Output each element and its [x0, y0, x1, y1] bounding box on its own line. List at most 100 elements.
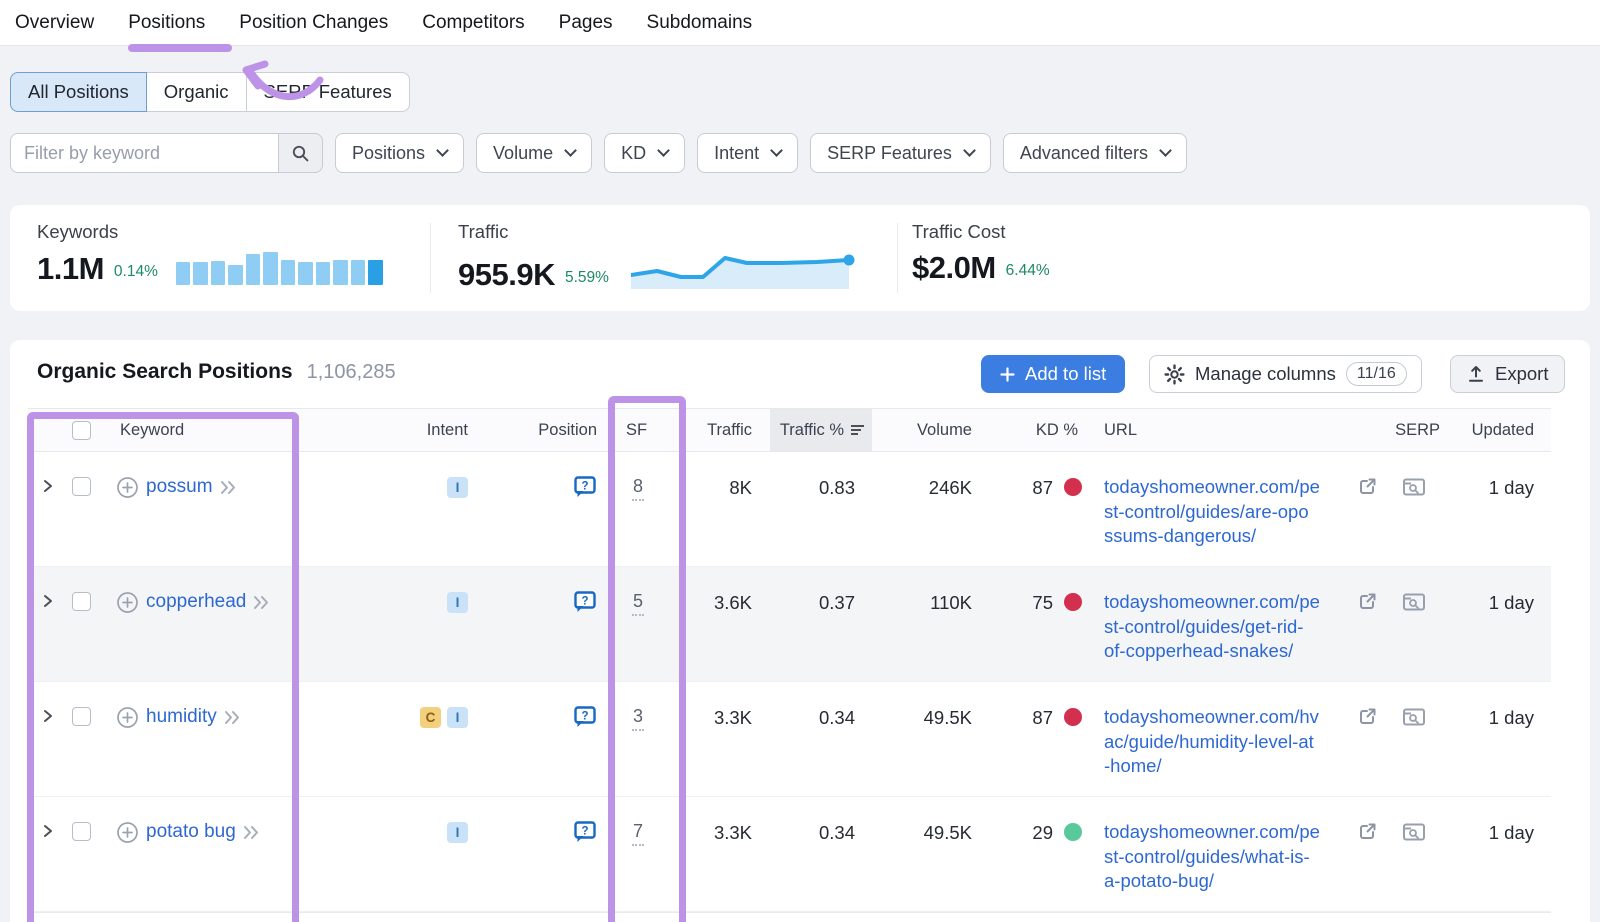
add-keyword-icon[interactable]	[116, 476, 139, 499]
updated-cell: 1 day	[1448, 567, 1551, 681]
traffic-cell: 3.6K	[690, 567, 770, 681]
expand-row-icon[interactable]	[42, 823, 54, 839]
url-link[interactable]: todayshomeowner.com/pe st-control/guides…	[1104, 591, 1320, 661]
row-checkbox[interactable]	[72, 477, 91, 496]
tab-positions[interactable]: Positions	[128, 12, 205, 34]
gear-icon	[1164, 364, 1185, 385]
column-header-kd[interactable]: KD %	[990, 409, 1102, 451]
columns-count-badge: 11/16	[1346, 362, 1407, 386]
keyword-link[interactable]: potato bug	[146, 820, 236, 844]
column-header-sf[interactable]: SF	[612, 409, 690, 451]
keyword-link[interactable]: humidity	[146, 705, 217, 729]
tab-overview[interactable]: Overview	[15, 12, 94, 34]
keyword-link[interactable]: copperhead	[146, 590, 246, 614]
column-header-position[interactable]: Position	[492, 409, 612, 451]
serp-preview-icon[interactable]	[1402, 592, 1426, 613]
chevron-down-icon	[657, 144, 670, 157]
add-keyword-icon[interactable]	[116, 821, 139, 844]
svg-text:?: ?	[581, 826, 588, 838]
keyword-details-icon[interactable]	[224, 710, 241, 725]
external-link-icon[interactable]	[1358, 707, 1377, 726]
table-row: potato bug I ? 7 3.3K 0.34 49.5K 29 toda…	[28, 797, 1551, 912]
select-all-checkbox[interactable]	[72, 421, 91, 440]
tab-position-changes[interactable]: Position Changes	[239, 12, 388, 34]
plus-icon	[1000, 367, 1015, 382]
manage-columns-button[interactable]: Manage columns 11/16	[1149, 355, 1422, 393]
column-header-url[interactable]: URL	[1102, 409, 1380, 451]
report-nav: Overview Positions Position Changes Comp…	[0, 0, 1600, 46]
column-header-volume[interactable]: Volume	[872, 409, 990, 451]
add-to-list-button[interactable]: Add to list	[981, 355, 1125, 393]
keyword-details-icon[interactable]	[220, 480, 237, 495]
column-header-intent[interactable]: Intent	[327, 409, 492, 451]
url-link[interactable]: todayshomeowner.com/hv ac/guide/humidity…	[1104, 706, 1319, 776]
traffic-trend-dot	[843, 255, 854, 266]
sf-count[interactable]: 5	[632, 591, 644, 616]
table-header-row: Keyword Intent Position SF Traffic Traff…	[28, 408, 1551, 452]
stat-traffic-cost: Traffic Cost $2.0M 6.44%	[912, 221, 1050, 284]
volume-cell: 246K	[872, 452, 990, 566]
position-question-icon[interactable]: ?	[573, 475, 597, 499]
serp-preview-icon[interactable]	[1402, 477, 1426, 498]
row-checkbox[interactable]	[72, 822, 91, 841]
expand-row-icon[interactable]	[42, 593, 54, 609]
row-checkbox[interactable]	[72, 592, 91, 611]
position-question-icon[interactable]: ?	[573, 705, 597, 729]
traffic-trend-chart	[631, 251, 859, 291]
expand-row-icon[interactable]	[42, 478, 54, 494]
column-header-keyword[interactable]: Keyword	[102, 409, 327, 451]
tab-pages[interactable]: Pages	[559, 12, 613, 34]
expand-row-icon[interactable]	[42, 708, 54, 724]
add-keyword-icon[interactable]	[116, 591, 139, 614]
external-link-icon[interactable]	[1358, 822, 1377, 841]
position-question-icon[interactable]: ?	[573, 590, 597, 614]
row-checkbox[interactable]	[72, 707, 91, 726]
kd-value: 87	[1032, 707, 1053, 729]
url-link[interactable]: todayshomeowner.com/pe st-control/guides…	[1104, 821, 1320, 891]
column-header-serp[interactable]: SERP	[1380, 409, 1448, 451]
export-button[interactable]: Export	[1450, 355, 1565, 393]
filter-dropdown-serp-features[interactable]: SERP Features	[810, 133, 991, 173]
sf-count[interactable]: 8	[632, 476, 644, 501]
keyword-filter-input[interactable]	[10, 133, 278, 173]
sf-count[interactable]: 3	[632, 706, 644, 731]
external-link-icon[interactable]	[1358, 592, 1377, 611]
traffic-pct-cell: 0.83	[770, 452, 872, 566]
chevron-down-icon	[770, 144, 783, 157]
header-expander	[28, 409, 66, 451]
filter-dropdown-volume[interactable]: Volume	[476, 133, 592, 173]
filter-dropdown-kd[interactable]: KD	[604, 133, 685, 173]
serp-preview-icon[interactable]	[1402, 822, 1426, 843]
export-icon	[1467, 365, 1485, 383]
intent-badge-informational: I	[447, 477, 468, 498]
filter-dropdown-positions[interactable]: Positions	[335, 133, 464, 173]
url-link[interactable]: todayshomeowner.com/pe st-control/guides…	[1104, 476, 1320, 546]
chevron-down-icon	[564, 144, 577, 157]
add-keyword-icon[interactable]	[116, 706, 139, 729]
keyword-details-icon[interactable]	[253, 595, 270, 610]
column-header-updated[interactable]: Updated	[1448, 409, 1551, 451]
intent-badge-commercial: C	[420, 707, 441, 728]
sf-count[interactable]: 7	[632, 821, 644, 846]
keyword-details-icon[interactable]	[243, 825, 260, 840]
segment-all-positions[interactable]: All Positions	[10, 72, 147, 112]
column-header-traffic-pct[interactable]: Traffic %	[770, 409, 872, 451]
position-question-icon[interactable]: ?	[573, 820, 597, 844]
divider	[897, 223, 898, 293]
filter-dropdown-intent[interactable]: Intent	[697, 133, 798, 173]
tab-competitors[interactable]: Competitors	[422, 12, 524, 34]
chevron-down-icon	[436, 144, 449, 157]
svg-text:?: ?	[581, 711, 588, 723]
traffic-cell: 8K	[690, 452, 770, 566]
search-button[interactable]	[278, 133, 323, 173]
segment-organic[interactable]: Organic	[146, 72, 247, 112]
column-header-traffic[interactable]: Traffic	[690, 409, 770, 451]
keyword-link[interactable]: possum	[146, 475, 213, 499]
segment-serp-features[interactable]: SERP Features	[246, 72, 410, 112]
traffic-cost-value: $2.0M	[912, 251, 996, 284]
table-title: Organic Search Positions1,106,285	[37, 360, 396, 384]
serp-preview-icon[interactable]	[1402, 707, 1426, 728]
filter-dropdown-advanced[interactable]: Advanced filters	[1003, 133, 1187, 173]
external-link-icon[interactable]	[1358, 477, 1377, 496]
tab-subdomains[interactable]: Subdomains	[647, 12, 753, 34]
